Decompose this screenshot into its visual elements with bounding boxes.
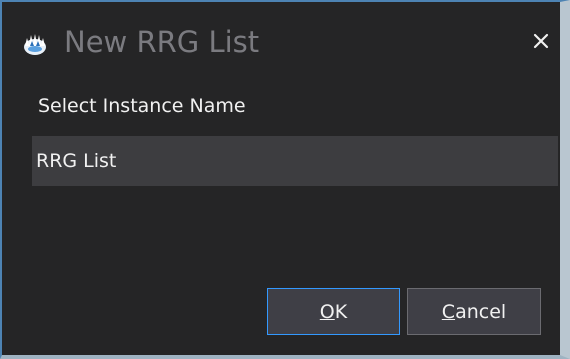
close-icon: [533, 33, 549, 49]
title-bar[interactable]: New RRG List: [2, 2, 560, 72]
cancel-button[interactable]: Cancel: [407, 288, 541, 335]
instance-name-input[interactable]: [32, 136, 558, 186]
select-instance-label: Select Instance Name: [38, 95, 246, 117]
ok-label-rest: K: [334, 300, 348, 323]
window-title: New RRG List: [64, 25, 260, 59]
ok-button[interactable]: OK: [267, 288, 400, 335]
dialog-window: New RRG List Select Instance Name OK Can…: [0, 0, 570, 359]
ok-accelerator: O: [319, 300, 335, 323]
close-button[interactable]: [526, 26, 556, 56]
cancel-label-rest: ancel: [455, 300, 507, 323]
rrg-app-icon: [22, 32, 48, 56]
cancel-accelerator: C: [441, 300, 456, 323]
